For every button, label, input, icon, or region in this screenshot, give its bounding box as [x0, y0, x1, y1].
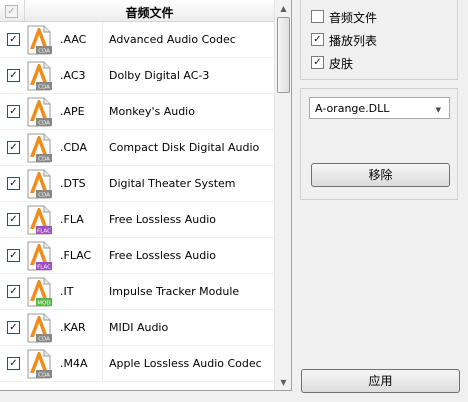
- column-divider: [102, 202, 103, 238]
- skin-select-value: A-orange.DLL: [315, 102, 390, 115]
- apply-button[interactable]: 应用: [301, 369, 460, 393]
- list-row[interactable]: ✓ MOD .IT Impulse Tracker Module: [0, 274, 274, 310]
- audio-file-icon: CDA: [27, 313, 52, 343]
- playlist-label: 播放列表: [329, 34, 378, 48]
- file-extension: .AAC: [60, 33, 87, 46]
- chevron-down-icon: ▼: [435, 106, 441, 114]
- column-divider: [102, 94, 103, 130]
- file-extension: .FLA: [60, 213, 84, 226]
- list-rows: ✓ CDA .AAC Advanced Audio Codec ✓ CDA .AC3 Dolb…: [0, 22, 274, 382]
- scroll-down-arrow-icon[interactable]: ▼: [275, 374, 291, 390]
- list-row[interactable]: ✓ CDA .APE Monkey's Audio: [0, 94, 274, 130]
- file-type-tag: FLAC: [37, 229, 51, 235]
- audio-file-icon: CDA: [27, 133, 52, 163]
- file-description: Free Lossless Audio: [109, 249, 217, 262]
- playlist-checkbox[interactable]: ✓: [311, 33, 324, 46]
- column-divider: [102, 22, 103, 58]
- audio-files-checkbox[interactable]: [311, 10, 324, 23]
- file-extension: .DTS: [60, 177, 86, 190]
- row-checkbox[interactable]: ✓: [7, 249, 20, 262]
- file-type-tag: CDA: [38, 121, 50, 127]
- file-description: Impulse Tracker Module: [109, 285, 240, 298]
- row-checkbox[interactable]: ✓: [7, 141, 20, 154]
- file-type-tag: FLAC: [37, 265, 51, 271]
- file-extension: .APE: [60, 105, 85, 118]
- file-description: Digital Theater System: [109, 177, 236, 190]
- list-header-title: 音频文件: [125, 6, 174, 20]
- list-row[interactable]: ✓ CDA .AAC Advanced Audio Codec: [0, 22, 274, 58]
- row-checkbox[interactable]: ✓: [7, 357, 20, 370]
- file-type-tag: CDA: [38, 337, 50, 343]
- file-extension: .KAR: [60, 321, 86, 334]
- audio-files-label: 音频文件: [329, 11, 378, 25]
- column-divider: [102, 238, 103, 274]
- scroll-up-arrow-icon[interactable]: ▲: [275, 0, 291, 17]
- file-extension: .AC3: [60, 69, 86, 82]
- scroll-thumb[interactable]: [277, 17, 290, 93]
- skin-label: 皮肤: [329, 57, 354, 71]
- skin-select[interactable]: A-orange.DLL ▼: [309, 97, 450, 119]
- column-divider: [102, 346, 103, 382]
- row-checkbox[interactable]: ✓: [7, 285, 20, 298]
- row-checkbox[interactable]: ✓: [7, 321, 20, 334]
- file-extension: .IT: [60, 285, 74, 298]
- file-extension: .CDA: [60, 141, 87, 154]
- audio-file-icon: CDA: [27, 349, 52, 379]
- row-checkbox[interactable]: ✓: [7, 177, 20, 190]
- file-extension: .FLAC: [60, 249, 92, 262]
- remove-button[interactable]: 移除: [311, 163, 450, 187]
- file-type-tag: CDA: [38, 49, 50, 55]
- list-row[interactable]: ✓ CDA .DTS Digital Theater System: [0, 166, 274, 202]
- file-description: Dolby Digital AC-3: [109, 69, 210, 82]
- row-checkbox[interactable]: ✓: [7, 33, 20, 46]
- row-checkbox[interactable]: ✓: [7, 69, 20, 82]
- audio-file-icon: CDA: [27, 97, 52, 127]
- audio-file-icon: CDA: [27, 61, 52, 91]
- options-group: 音频文件 ✓ 播放列表 ✓ 皮肤: [300, 0, 458, 80]
- list-row[interactable]: ✓ CDA .KAR MIDI Audio: [0, 310, 274, 346]
- list-row[interactable]: ✓ CDA .CDA Compact Disk Digital Audio: [0, 130, 274, 166]
- list-row[interactable]: ✓ FLAC .FLAC Free Lossless Audio: [0, 238, 274, 274]
- audio-file-icon: FLAC: [27, 241, 52, 271]
- file-type-tag: CDA: [38, 193, 50, 199]
- audio-file-icon: FLAC: [27, 205, 52, 235]
- file-type-tag: CDA: [38, 85, 50, 91]
- select-all-checkbox[interactable]: ✓: [5, 5, 18, 18]
- file-description: Advanced Audio Codec: [109, 33, 236, 46]
- skin-checkbox[interactable]: ✓: [311, 56, 324, 69]
- file-description: Compact Disk Digital Audio: [109, 141, 260, 154]
- skin-group: A-orange.DLL ▼ 移除: [300, 88, 458, 200]
- list-row[interactable]: ✓ CDA .M4A Apple Lossless Audio Codec: [0, 346, 274, 382]
- file-description: MIDI Audio: [109, 321, 169, 334]
- column-divider: [102, 130, 103, 166]
- file-description: Apple Lossless Audio Codec: [109, 357, 262, 370]
- file-association-dialog: ✓ 音频文件 ✓ CDA .AAC Advanced Audio Codec ✓ CDA.…: [0, 0, 468, 402]
- audio-file-icon: CDA: [27, 25, 52, 55]
- list-row[interactable]: ✓ CDA .AC3 Dolby Digital AC-3: [0, 58, 274, 94]
- list-header: ✓ 音频文件: [0, 0, 274, 22]
- column-divider: [102, 274, 103, 310]
- column-divider: [102, 166, 103, 202]
- column-divider: [102, 310, 103, 346]
- audio-file-icon: CDA: [27, 169, 52, 199]
- column-divider: [102, 58, 103, 94]
- file-type-tag: CDA: [38, 373, 50, 379]
- list-row[interactable]: ✓ FLAC .FLA Free Lossless Audio: [0, 202, 274, 238]
- audio-file-icon: MOD: [27, 277, 52, 307]
- row-checkbox[interactable]: ✓: [7, 213, 20, 226]
- file-extension: .M4A: [60, 357, 88, 370]
- row-checkbox[interactable]: ✓: [7, 105, 20, 118]
- audio-file-list: ✓ 音频文件 ✓ CDA .AAC Advanced Audio Codec ✓ CDA.…: [0, 0, 292, 391]
- file-description: Free Lossless Audio: [109, 213, 217, 226]
- file-type-tag: MOD: [37, 301, 50, 307]
- vertical-scrollbar[interactable]: ▲ ▼: [274, 0, 291, 390]
- file-type-tag: CDA: [38, 157, 50, 163]
- file-description: Monkey's Audio: [109, 105, 195, 118]
